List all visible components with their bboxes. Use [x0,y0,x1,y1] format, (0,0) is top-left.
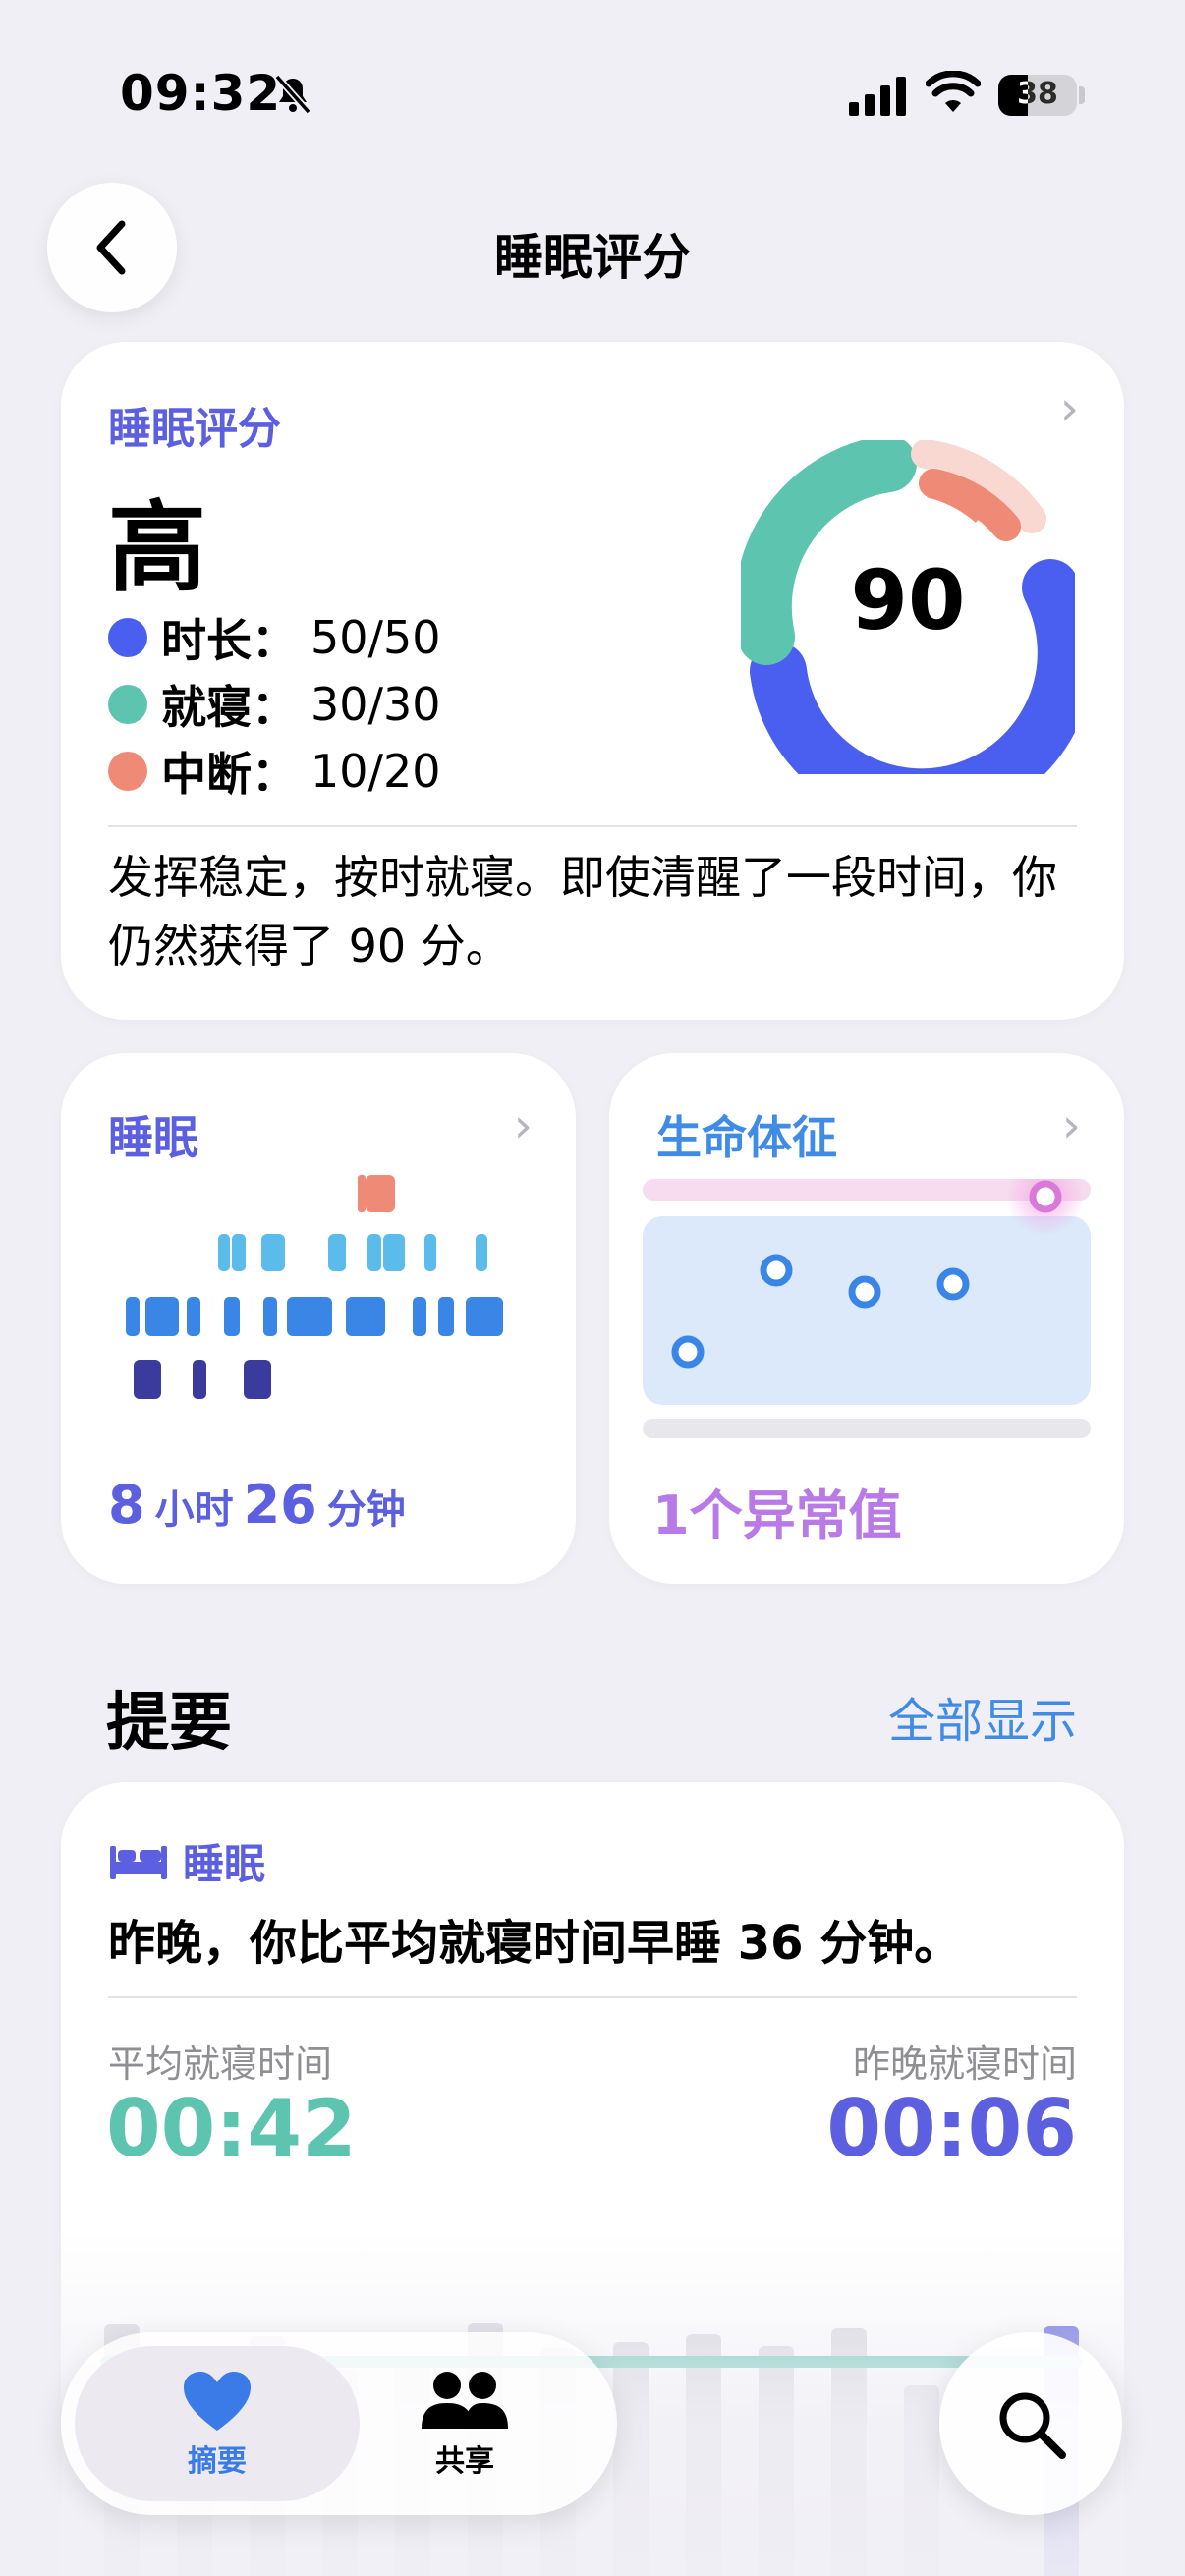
summary-category-label: 睡眠 [183,1840,266,1888]
legend-value: 10/20 [310,745,441,798]
sleep-minutes: 26 [243,1474,317,1536]
status-time: 09:32 [120,65,282,122]
legend-value: 50/50 [310,611,441,664]
minutes-unit: 分钟 [326,1487,406,1533]
sleep-card[interactable]: 睡眠 › 8 小时 26 分钟 [61,1053,576,1584]
legend-bedtime: 就寝： 30/30 [108,672,441,737]
last-bedtime-value: 00:06 [826,2083,1077,2174]
search-button[interactable] [939,2332,1122,2515]
score-value: 90 [851,552,966,648]
summary-section-title: 提要 [106,1687,232,1760]
avg-bedtime-label: 平均就寝时间 [108,2043,333,2086]
interruptions-dot [108,752,147,791]
tab-summary-label: 摘要 [188,2444,247,2479]
sleep-hours: 8 [108,1474,145,1536]
last-bedtime-label: 昨晚就寝时间 [852,2043,1077,2086]
bedtime-bar [686,2334,721,2576]
bed-icon [110,1845,167,1879]
bedtime-bar [759,2346,794,2576]
legend-label: 时长： [161,614,297,667]
summary-text: 昨晚，你比平均就寝时间早睡 36 分钟。 [108,1916,962,1971]
wifi-icon [926,71,981,112]
score-card-title: 睡眠评分 [108,404,281,454]
duration-dot [108,618,147,657]
score-level: 高 [108,490,206,605]
legend-duration: 时长： 50/50 [108,605,441,670]
hours-unit: 小时 [154,1487,234,1533]
legend-label: 中断： [161,748,297,801]
data-point [760,1254,793,1287]
silent-bell-icon [274,74,311,115]
legend-interruptions: 中断： 10/20 [108,739,441,804]
vitals-chart [643,1179,1091,1438]
sleep-duration: 8 小时 26 分钟 [108,1474,416,1536]
show-all-link[interactable]: 全部显示 [888,1682,1077,1751]
legend-value: 30/30 [310,678,441,731]
data-point [671,1335,705,1369]
normal-range-band [643,1216,1091,1405]
battery-level: 38 [1017,77,1058,111]
legend-label: 就寝： [161,681,297,734]
page-title: 睡眠评分 [494,229,691,286]
sleep-score-card[interactable]: 睡眠评分 › 高 时长： 50/50 就寝： 30/30 中断： 10/20 9… [61,342,1124,1020]
bedtime-bar [613,2342,649,2576]
score-description: 发挥稳定，按时就寝。即使清醒了一段时间，你仍然获得了 90 分。 [108,851,1057,973]
divider [108,825,1077,827]
data-point [848,1275,881,1309]
tab-summary[interactable]: 摘要 [75,2346,360,2501]
bedtime-dot [108,685,147,724]
search-icon [999,2392,1066,2459]
vitals-card[interactable]: 生命体征 › 1个异常值 [609,1053,1124,1584]
summary-category: 睡眠 [108,1831,265,1891]
chevron-right-icon: › [513,1098,533,1153]
tab-sharing[interactable]: 共享 [381,2370,548,2480]
tab-bar: 摘要 共享 [61,2332,617,2515]
outlier-point [1029,1180,1062,1213]
people-icon [422,2372,508,2429]
score-ring-chart: 90 [741,440,1075,774]
tab-sharing-label: 共享 [435,2444,494,2479]
vitals-card-title: 生命体征 [656,1111,837,1164]
battery-tip [1079,86,1085,104]
lower-range-band [643,1419,1091,1438]
bedtime-bar [904,2385,939,2576]
avg-bedtime-value: 00:42 [106,2083,357,2174]
chevron-right-icon: › [1059,381,1079,436]
battery-icon: 38 [998,75,1077,116]
sleep-stages-chart [126,1175,503,1399]
data-point [936,1267,970,1301]
heart-icon [184,2372,251,2431]
chevron-right-icon: › [1061,1098,1081,1153]
awake-block [366,1175,395,1212]
cellular-signal-icon [849,77,906,116]
sleep-card-title: 睡眠 [108,1111,198,1164]
divider [108,1996,1077,1998]
vitals-outlier-note: 1个异常值 [652,1484,902,1546]
